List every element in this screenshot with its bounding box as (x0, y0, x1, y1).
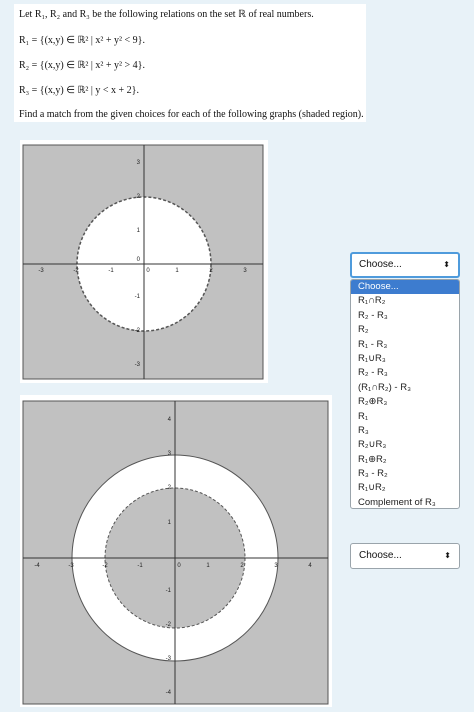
option-r1-union-r3[interactable]: R₁∪R₃ (351, 352, 459, 366)
option-r1-minus-r3[interactable]: R₁ - R₃ (351, 338, 459, 352)
graph-1-ytick: -1 (135, 294, 141, 300)
graph-2-answer-select[interactable]: Choose... ⬍ (350, 543, 460, 569)
option-complement-r3[interactable]: Complement of R₃ (351, 496, 459, 508)
question-instruction: Find a match from the given choices for … (19, 109, 364, 120)
option-r2-xor-r3[interactable]: R₂⊕R₃ (351, 395, 459, 409)
option-r1-xor-r2[interactable]: R₁⊕R₂ (351, 453, 459, 467)
option-r1-union-r2[interactable]: R₁∪R₂ (351, 481, 459, 495)
option-r3-minus-r2[interactable]: R₃ - R₂ (351, 467, 459, 481)
graph-2-xtick: -3 (68, 563, 74, 569)
graph-2-ytick: -2 (166, 622, 172, 628)
graph-1-plot: -3 -2 -1 0 1 2 3 3 2 1 0 -1 -2 -3 (22, 144, 264, 380)
option-r2[interactable]: R₂ (351, 323, 459, 337)
graph-2-xtick: -1 (137, 563, 143, 569)
graph-1-xtick: -2 (73, 268, 79, 274)
updown-arrows-icon: ⬍ (444, 551, 451, 560)
relation-r1: R₁ = {(x,y) ∈ ℝ² | x² + y² < 9}. (19, 35, 145, 46)
question-intro: Let R₁, R₂ and R₃ be the following relat… (19, 9, 314, 20)
graph-2-xtick: -4 (34, 563, 40, 569)
option-choose[interactable]: Choose... (351, 280, 459, 295)
option-r2-minus-r3-b[interactable]: R₂ - R₃ (351, 366, 459, 380)
option-r3[interactable]: R₃ (351, 424, 459, 438)
relation-r3: R₃ = {(x,y) ∈ ℝ² | y < x + 2}. (19, 85, 139, 96)
option-r1[interactable]: R₁ (351, 410, 459, 424)
graph-1-answer-select-value: Choose... (359, 259, 402, 270)
graph-1: -3 -2 -1 0 1 2 3 3 2 1 0 -1 -2 -3 (20, 140, 268, 383)
graph-1-xtick: -3 (38, 268, 44, 274)
updown-arrows-icon: ⬍ (443, 260, 450, 269)
graph-2: -4 -3 -2 -1 0 1 2 3 4 4 3 2 1 -1 -2 -3 -… (20, 395, 332, 707)
answer-options-dropdown[interactable]: Choose... R₁∩R₂ R₂ - R₃ R₂ R₁ - R₃ R₁∪R₃… (350, 279, 460, 509)
graph-2-ytick: -4 (166, 690, 172, 696)
graph-1-xtick: -1 (108, 268, 114, 274)
graph-2-xtick: -2 (102, 563, 108, 569)
graph-1-ytick: -3 (135, 362, 141, 368)
graph-1-ytick: -2 (135, 328, 141, 334)
graph-2-plot: -4 -3 -2 -1 0 1 2 3 4 4 3 2 1 -1 -2 -3 -… (22, 400, 329, 705)
option-r1-intersect-r2[interactable]: R₁∩R₂ (351, 294, 459, 308)
graph-2-ytick: -1 (166, 588, 172, 594)
graph-1-answer-select[interactable]: Choose... ⬍ (350, 252, 460, 278)
option-r1-intersect-r2-minus-r3[interactable]: (R₁∩R₂) - R₃ (351, 381, 459, 395)
graph-2-answer-select-value: Choose... (359, 550, 402, 561)
graph-2-ytick: -3 (166, 656, 172, 662)
option-r2-union-r3[interactable]: R₂∪R₃ (351, 438, 459, 452)
relation-r2: R₂ = {(x,y) ∈ ℝ² | x² + y² > 4}. (19, 60, 145, 71)
question-text-box: Let R₁, R₂ and R₃ be the following relat… (14, 4, 366, 122)
option-r2-minus-r3[interactable]: R₂ - R₃ (351, 309, 459, 323)
